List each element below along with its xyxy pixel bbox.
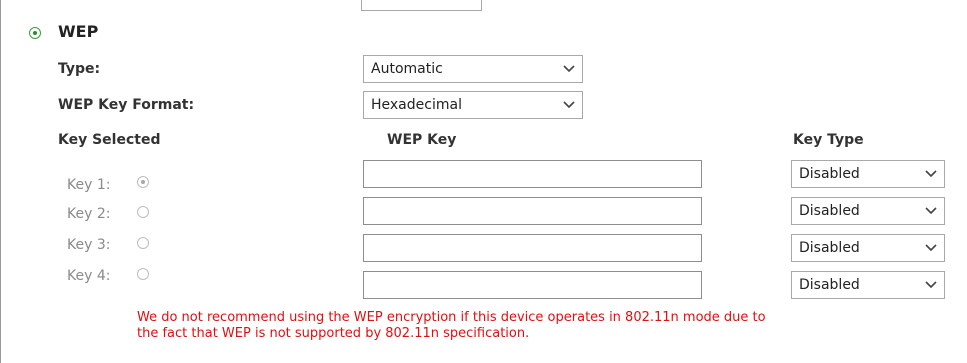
key-2-label: Key 2:	[67, 206, 111, 222]
key-2-radio[interactable]	[137, 206, 149, 218]
wep-radio[interactable]	[29, 27, 41, 39]
chevron-down-icon	[925, 207, 937, 215]
key-format-label: WEP Key Format:	[58, 97, 195, 113]
chevron-down-icon	[563, 101, 575, 109]
key-2-input[interactable]	[363, 197, 702, 225]
frame-border	[0, 0, 1, 363]
key-4-label: Key 4:	[67, 268, 111, 284]
wep-title: WEP	[58, 22, 99, 41]
key-1-label: Key 1:	[67, 177, 111, 193]
chevron-down-icon	[925, 170, 937, 178]
key-4-radio[interactable]	[137, 268, 149, 280]
warning-line-2: the fact that WEP is not supported by 80…	[137, 326, 530, 341]
key-1-type-value: Disabled	[799, 166, 860, 182]
key-1-type-select[interactable]: Disabled	[791, 160, 945, 188]
key-4-type-value: Disabled	[799, 277, 860, 293]
radio-dot	[33, 31, 37, 35]
key-4-input[interactable]	[363, 271, 702, 299]
type-select[interactable]: Automatic	[363, 55, 583, 83]
type-label: Type:	[58, 61, 101, 77]
chevron-down-icon	[925, 281, 937, 289]
key-type-header: Key Type	[793, 132, 864, 148]
wep-warning-text: We do not recommend using the WEP encryp…	[137, 310, 766, 342]
chevron-down-icon	[563, 65, 575, 73]
chevron-down-icon	[925, 244, 937, 252]
key-3-type-value: Disabled	[799, 240, 860, 256]
key-3-radio[interactable]	[137, 237, 149, 249]
key-format-select-value: Hexadecimal	[371, 97, 462, 113]
key-1-radio[interactable]	[137, 176, 149, 188]
key-selected-header: Key Selected	[58, 132, 161, 148]
key-4-type-select[interactable]: Disabled	[791, 271, 945, 299]
previous-field-box	[361, 0, 482, 11]
type-select-value: Automatic	[371, 61, 443, 77]
key-2-type-select[interactable]: Disabled	[791, 197, 945, 225]
key-3-type-select[interactable]: Disabled	[791, 234, 945, 262]
key-format-select[interactable]: Hexadecimal	[363, 91, 583, 119]
wep-key-header: WEP Key	[387, 132, 457, 148]
key-3-input[interactable]	[363, 234, 702, 262]
key-1-input[interactable]	[363, 160, 702, 188]
key-2-type-value: Disabled	[799, 203, 860, 219]
warning-line-1: We do not recommend using the WEP encryp…	[137, 310, 766, 325]
key-3-label: Key 3:	[67, 237, 111, 253]
radio-dot	[141, 180, 145, 184]
